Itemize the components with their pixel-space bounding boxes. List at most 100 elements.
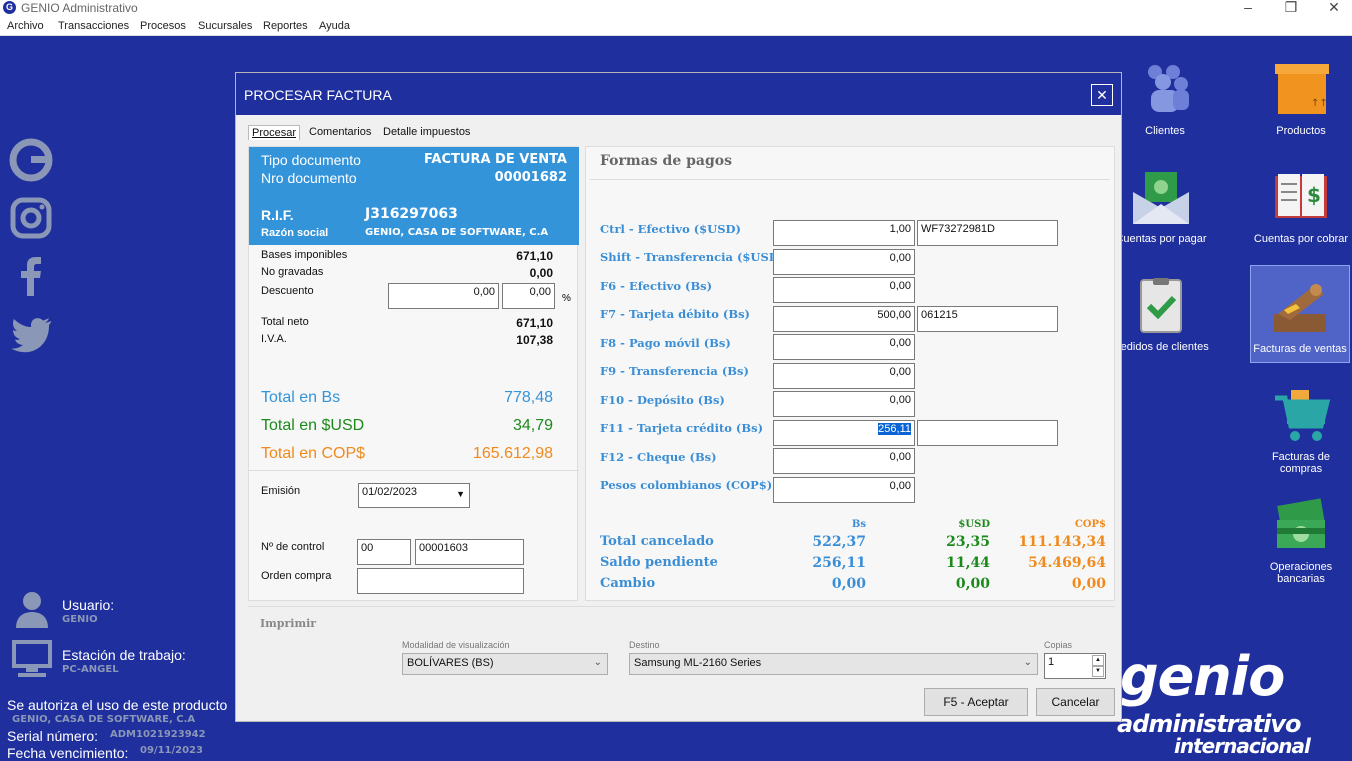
menu-reportes[interactable]: Reportes: [263, 20, 308, 32]
banknotes-icon: [1277, 498, 1325, 548]
saldo-pendiente-usd: 11,44: [946, 555, 990, 571]
estacion-label: Estación de trabajo:: [62, 647, 186, 663]
shortcut-label: Operaciones bancarias: [1269, 561, 1333, 585]
modalidad-select[interactable]: BOLÍVARES (BS) ⌄: [402, 653, 608, 675]
iva-value: 107,38: [516, 333, 553, 347]
tab-detalle-impuestos[interactable]: Detalle impuestos: [380, 125, 473, 139]
pay-input-efectivo-usd[interactable]: 1,00: [773, 220, 915, 246]
shortcut-pedidos-clientes[interactable]: Pedidos de clientes: [1111, 278, 1211, 353]
pay-input-transferencia-usd[interactable]: 0,00: [773, 249, 915, 275]
pay-ref-efectivo-usd[interactable]: WF73272981D: [917, 220, 1058, 246]
maximize-button[interactable]: ❐: [1271, 0, 1311, 16]
copias-label: Copias: [1044, 640, 1073, 650]
close-window-button[interactable]: ✕: [1314, 0, 1352, 16]
dialog-close-button[interactable]: ✕: [1091, 84, 1113, 106]
aceptar-button[interactable]: F5 - Aceptar: [924, 688, 1028, 716]
tipo-documento-value: FACTURA DE VENTA: [424, 152, 567, 167]
menu-transacciones[interactable]: Transacciones: [58, 20, 129, 32]
pay-label-pago-movil: F8 - Pago móvil (Bs): [600, 336, 731, 350]
formas-pago-header: Formas de pagos: [600, 153, 732, 169]
pay-ref-tarjeta-credito[interactable]: [917, 420, 1058, 446]
pay-input-efectivo-bs[interactable]: 0,00: [773, 277, 915, 303]
percent-symbol: %: [562, 293, 571, 304]
cambio-usd: 0,00: [955, 576, 990, 592]
pay-label-transferencia-bs: F9 - Transferencia (Bs): [600, 364, 749, 378]
pay-input-pesos-colombianos[interactable]: 0,00: [773, 477, 915, 503]
menu-bar: Archivo Transacciones Procesos Sucursale…: [0, 16, 1352, 36]
orden-compra-input[interactable]: [357, 568, 524, 594]
no-gravadas-label: No gravadas: [261, 266, 324, 278]
pay-input-deposito[interactable]: 0,00: [773, 391, 915, 417]
shortcut-cuentas-pagar[interactable]: Cuentas por pagar: [1111, 170, 1211, 245]
control-number-input[interactable]: 00001603: [415, 539, 524, 565]
ledger-dollar-icon: $: [1275, 174, 1327, 218]
cambio-bs: 0,00: [831, 576, 866, 592]
total-neto-label: Total neto: [261, 316, 309, 328]
shortcut-productos[interactable]: ↑↑ Productos: [1251, 62, 1351, 137]
window-titlebar: G GENIO Administrativo – ❐ ✕: [0, 0, 1352, 16]
invoice-summary-panel: Tipo documento FACTURA DE VENTA Nro docu…: [248, 146, 579, 601]
instagram-icon[interactable]: [9, 196, 53, 240]
pay-input-cheque[interactable]: 0,00: [773, 448, 915, 474]
procesar-factura-dialog: PROCESAR FACTURA ✕ Procesar Comentarios …: [235, 72, 1122, 722]
shortcut-operaciones-bancarias[interactable]: Operaciones bancarias: [1251, 498, 1351, 585]
iva-label: I.V.A.: [261, 333, 287, 345]
total-bs-label: Total en Bs: [261, 389, 341, 406]
column-usd-header: $USD: [958, 519, 990, 530]
app-logo-icon: G: [3, 1, 16, 14]
spinner-down-icon[interactable]: ▼: [1092, 666, 1104, 677]
facebook-icon[interactable]: [9, 254, 53, 298]
spinner-up-icon[interactable]: ▲: [1092, 655, 1104, 666]
control-serie-input[interactable]: 00: [357, 539, 411, 565]
total-usd-label: Total en $USD: [261, 417, 365, 434]
shortcut-facturas-compras[interactable]: Facturas de compras: [1251, 388, 1351, 475]
pay-label-cheque: F12 - Cheque (Bs): [600, 450, 717, 464]
minimize-button[interactable]: –: [1228, 0, 1268, 15]
pay-input-transferencia-bs[interactable]: 0,00: [773, 363, 915, 389]
workstation-icon: [12, 640, 52, 677]
descuento-percent-input[interactable]: 0,00: [502, 283, 555, 309]
razon-social-value: GENIO, CASA DE SOFTWARE, C.A: [365, 227, 549, 238]
twitter-icon[interactable]: [9, 312, 53, 356]
menu-ayuda[interactable]: Ayuda: [319, 20, 350, 32]
column-cop-header: COP$: [1074, 519, 1106, 530]
tipo-documento-label: Tipo documento: [261, 152, 361, 168]
destino-select[interactable]: Samsung ML-2160 Series ⌄: [629, 653, 1038, 675]
copias-spinner[interactable]: 1 ▲ ▼: [1044, 653, 1106, 679]
tab-procesar[interactable]: Procesar: [248, 125, 301, 140]
pay-input-pago-movil[interactable]: 0,00: [773, 334, 915, 360]
cancelar-button[interactable]: Cancelar: [1036, 688, 1115, 716]
svg-text:↑↑: ↑↑: [1311, 98, 1328, 109]
window-title: GENIO Administrativo: [21, 1, 138, 15]
shortcut-facturas-ventas[interactable]: Facturas de ventas: [1250, 265, 1350, 363]
formas-pago-panel: Formas de pagos Ctrl - Efectivo ($USD) 1…: [585, 146, 1115, 601]
emision-date-picker[interactable]: 01/02/2023 ▼: [358, 483, 470, 508]
shortcut-label: Productos: [1276, 125, 1326, 137]
menu-procesos[interactable]: Procesos: [140, 20, 186, 32]
shortcut-label: Pedidos de clientes: [1113, 341, 1209, 353]
shortcut-clientes[interactable]: Clientes: [1115, 62, 1215, 137]
clipboard-check-icon: [1140, 278, 1182, 333]
descuento-input[interactable]: 0,00: [388, 283, 499, 309]
pay-label-tarjeta-debito: F7 - Tarjeta débito (Bs): [600, 307, 750, 321]
total-cancelado-bs: 522,37: [812, 534, 866, 550]
license-text: Se autoriza el uso de este producto: [7, 697, 228, 713]
pay-ref-tarjeta-debito[interactable]: 061215: [917, 306, 1058, 332]
total-bs-value: 778,48: [504, 389, 553, 406]
pay-label-deposito: F10 - Depósito (Bs): [600, 393, 725, 407]
bases-imponibles-label: Bases imponibles: [261, 249, 348, 261]
no-gravadas-value: 0,00: [529, 266, 553, 280]
menu-archivo[interactable]: Archivo: [7, 20, 44, 32]
pay-label-transferencia-usd: Shift - Transferencia ($USD): [600, 250, 785, 264]
menu-sucursales[interactable]: Sucursales: [198, 20, 252, 32]
column-bs-header: Bs: [851, 519, 866, 530]
emision-label: Emisión: [261, 485, 301, 497]
cambio-label: Cambio: [600, 576, 656, 591]
tab-comentarios[interactable]: Comentarios: [306, 125, 374, 139]
shortcut-cuentas-cobrar[interactable]: $ Cuentas por cobrar: [1251, 170, 1351, 245]
pay-input-tarjeta-debito[interactable]: 500,00: [773, 306, 915, 332]
pay-input-tarjeta-credito[interactable]: 256,11: [773, 420, 915, 446]
modalidad-label: Modalidad de visualización: [402, 640, 510, 650]
genio-social-icon[interactable]: [9, 138, 53, 182]
dialog-titlebar: PROCESAR FACTURA ✕: [236, 73, 1121, 115]
